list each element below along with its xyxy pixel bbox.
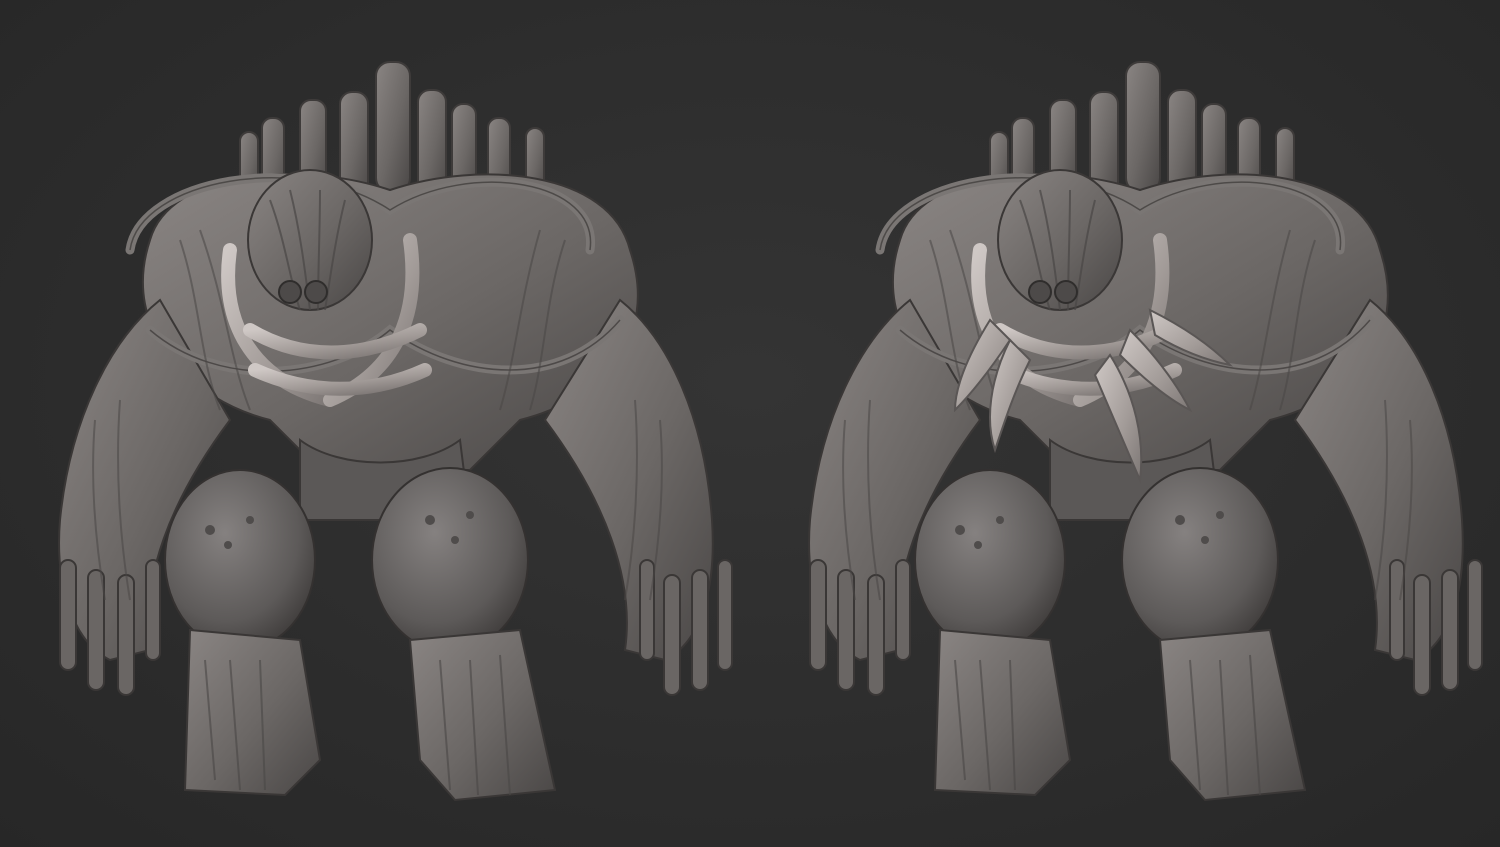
- sculpt-render-left: [0, 0, 750, 847]
- creature-sculpt-with-claws: [750, 0, 1500, 847]
- creature-sculpt-without-claws: [0, 0, 750, 847]
- viewport-canvas: [0, 0, 1500, 847]
- sculpt-render-right: [750, 0, 1500, 847]
